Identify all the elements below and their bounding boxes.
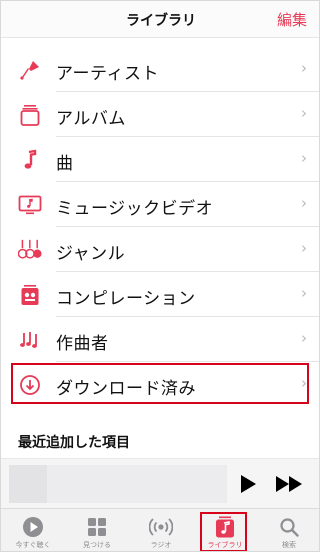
download-circle-icon (18, 373, 42, 397)
list-item-albums[interactable]: アルバム › (1, 92, 319, 137)
nav-header: ライブラリ 編集 (1, 1, 319, 38)
chevron-right-icon: › (301, 59, 307, 77)
list-item-label: アーティスト (56, 64, 159, 84)
list-item-label: アルバム (56, 109, 126, 129)
search-icon (277, 515, 301, 539)
album-stack-icon (18, 103, 42, 127)
section-title-recently-added: 最近追加した項目 (18, 435, 130, 451)
fast-forward-icon[interactable] (275, 474, 305, 494)
play-circle-icon (21, 515, 45, 539)
highlight-box (200, 512, 247, 551)
radio-waves-icon (149, 515, 173, 539)
list-item-label: 曲 (56, 154, 74, 174)
list-item-music-videos[interactable]: ミュージックビデオ › (1, 182, 319, 227)
chevron-right-icon: › (301, 374, 307, 392)
album-artwork (9, 465, 47, 503)
genre-guitar-icon (18, 238, 42, 262)
list-item-label: ミュージックビデオ (56, 199, 214, 219)
tab-listen-now[interactable]: 今すぐ聴く (1, 509, 65, 551)
tab-label: 見つける (83, 541, 111, 549)
chevron-right-icon: › (301, 284, 307, 302)
chevron-right-icon: › (301, 104, 307, 122)
track-info (47, 465, 227, 503)
tab-search[interactable]: 検索 (257, 509, 319, 551)
play-icon[interactable] (239, 474, 257, 494)
music-video-icon (18, 193, 42, 217)
edit-button[interactable]: 編集 (277, 9, 307, 30)
chevron-right-icon: › (301, 194, 307, 212)
tab-label: 今すぐ聴く (15, 541, 51, 549)
music-note-icon (18, 148, 42, 172)
list-item-label: ダウンロード済み (56, 379, 196, 399)
list-item-downloaded[interactable]: ダウンロード済み › (1, 362, 319, 407)
chevron-right-icon: › (301, 239, 307, 257)
tab-label: ラジオ (150, 541, 172, 549)
list-item-artists[interactable]: アーティスト › (1, 47, 319, 92)
tab-bar: 今すぐ聴く 見つける ラジオ ライブラリ 検索 (1, 508, 319, 551)
list-item-composers[interactable]: 作曲者 › (1, 317, 319, 362)
tab-browse[interactable]: 見つける (65, 509, 129, 551)
tab-radio[interactable]: ラジオ (129, 509, 193, 551)
composer-notes-icon (18, 328, 42, 352)
chevron-right-icon: › (301, 149, 307, 167)
chevron-right-icon: › (301, 329, 307, 347)
list-item-label: ジャンル (56, 244, 126, 264)
tab-label: 検索 (282, 541, 296, 549)
microphone-icon (18, 58, 42, 82)
compilation-icon (18, 283, 42, 307)
list-item-songs[interactable]: 曲 › (1, 137, 319, 182)
list-item-label: 作曲者 (56, 334, 109, 354)
page-title: ライブラリ (126, 13, 196, 29)
list-item-compilations[interactable]: コンピレーション › (1, 272, 319, 317)
list-item-genres[interactable]: ジャンル › (1, 227, 319, 272)
list-item-label: コンピレーション (56, 289, 196, 309)
app-frame: ライブラリ 編集 アーティスト › アルバム › 曲 › ミュージックビデオ ›… (0, 0, 320, 552)
grid-icon (85, 515, 109, 539)
mini-player[interactable] (1, 458, 319, 508)
